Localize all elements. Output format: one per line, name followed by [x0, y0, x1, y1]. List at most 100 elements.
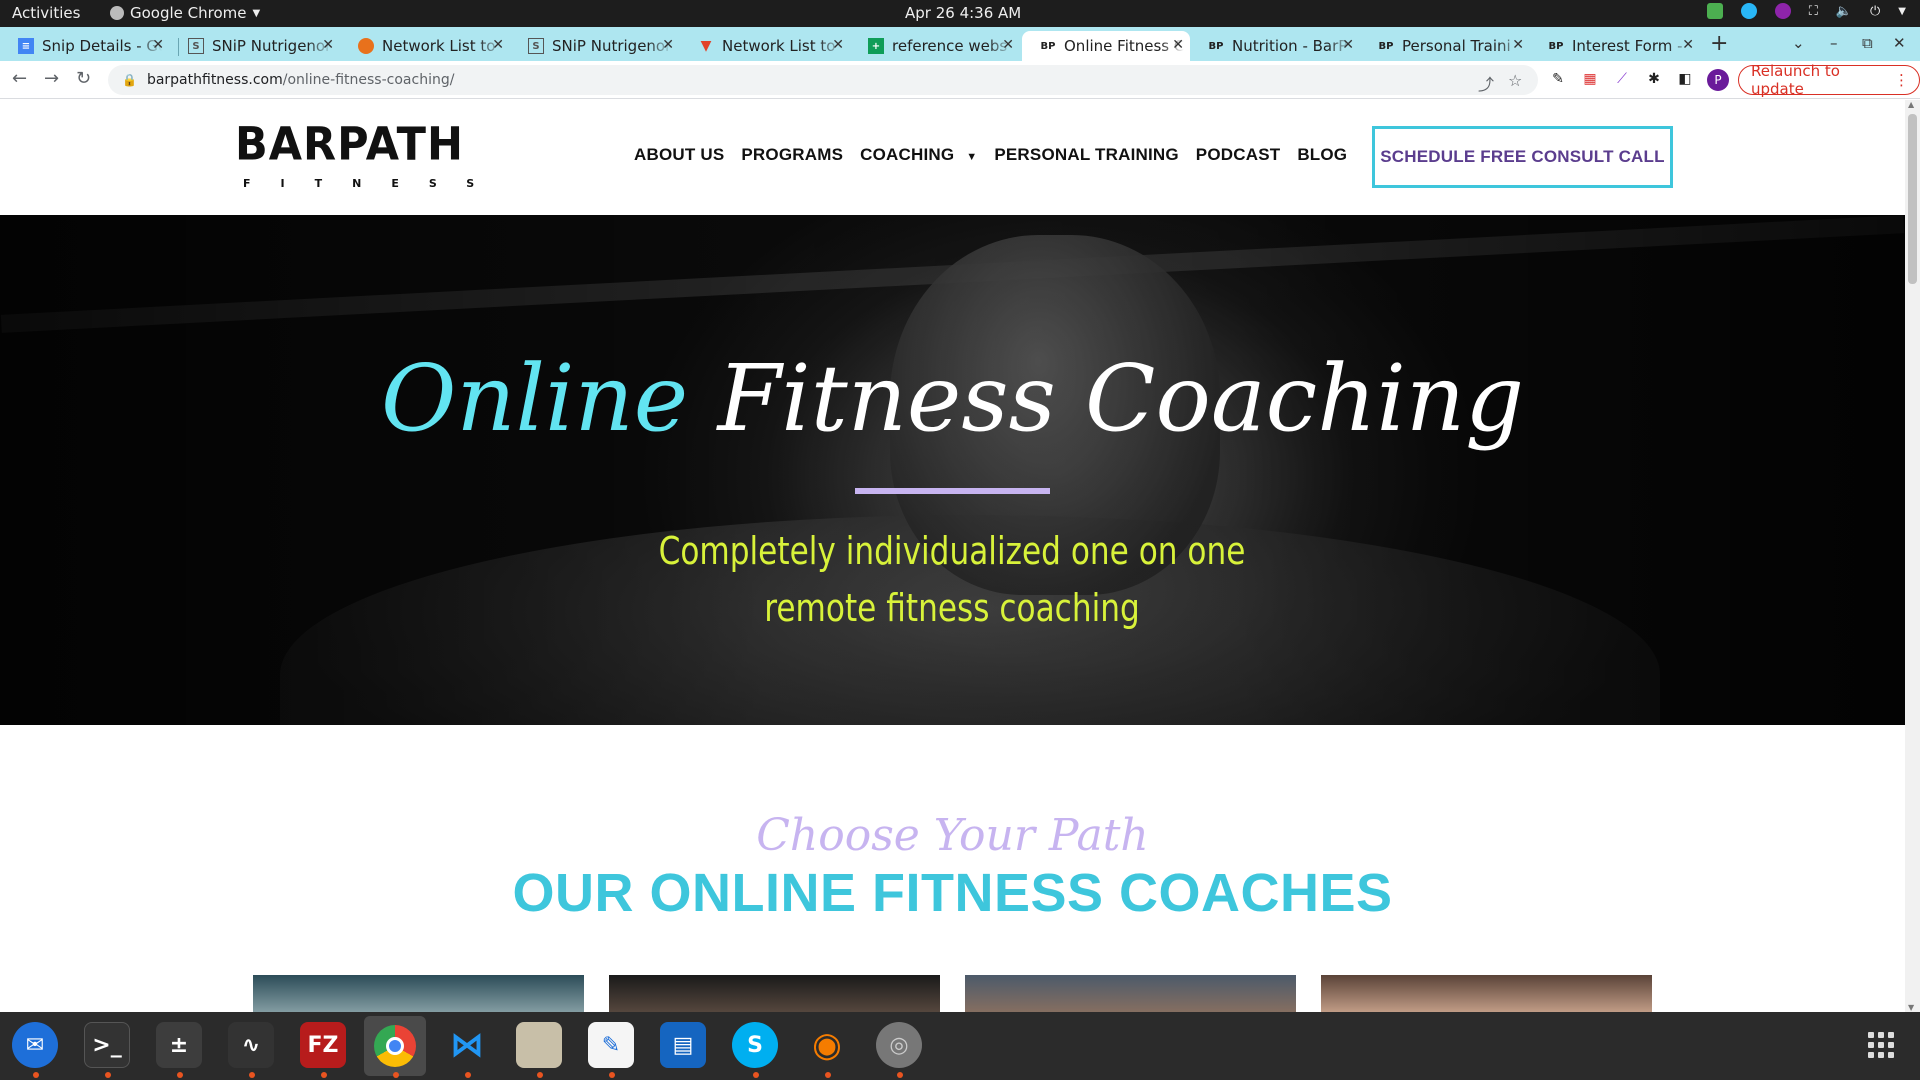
- coach-card-photo[interactable]: [965, 975, 1296, 1012]
- scroll-down-arrow-icon[interactable]: ▼: [1908, 1003, 1914, 1012]
- document-viewer-icon[interactable]: ▤: [660, 1022, 706, 1068]
- vscode-icon[interactable]: ⋈: [444, 1022, 490, 1068]
- blender-icon[interactable]: ◉: [804, 1022, 850, 1068]
- tab-title: SNiP Nutrigenom: [212, 37, 332, 55]
- lock-icon[interactable]: 🔒: [122, 73, 137, 87]
- tab-title: SNiP Nutrigenom: [552, 37, 672, 55]
- forward-arrow-icon[interactable]: →: [44, 68, 59, 89]
- relaunch-button[interactable]: Relaunch to update ⋮: [1738, 62, 1920, 98]
- power-icon[interactable]: ⏻: [1870, 4, 1880, 19]
- calendar-extension-icon[interactable]: ▦: [1581, 70, 1599, 88]
- close-icon[interactable]: ✕: [1342, 37, 1354, 53]
- hero-title-fitness-coaching: Fitness Coaching: [717, 345, 1525, 452]
- coach-card-photo[interactable]: [609, 975, 940, 1012]
- chevron-down-icon[interactable]: ▼: [1898, 6, 1906, 17]
- tab-search-chevron-icon[interactable]: ⌄: [1792, 34, 1805, 52]
- caret-down-icon[interactable]: ▼: [966, 151, 977, 163]
- tab[interactable]: + reference webs ✕: [850, 31, 1020, 61]
- filezilla-icon[interactable]: FZ: [300, 1022, 346, 1068]
- site-header: BARPATH FITNESS ABOUT US PROGRAMS COACHI…: [0, 100, 1905, 215]
- profile-avatar[interactable]: P: [1707, 69, 1729, 91]
- tray-app-icon-blue[interactable]: [1740, 3, 1757, 19]
- tab-active[interactable]: BP Online Fitness C ✕: [1022, 31, 1190, 61]
- back-arrow-icon[interactable]: ←: [12, 68, 27, 89]
- tab[interactable]: BP Personal Traini ✕: [1360, 31, 1530, 61]
- chrome-icon[interactable]: [364, 1016, 426, 1076]
- share-icon[interactable]: ⤴: [1478, 71, 1494, 95]
- clock[interactable]: Apr 26 4:36 AM: [905, 4, 1021, 22]
- nav-coaching[interactable]: COACHING ▼: [860, 145, 977, 165]
- nav-personal-training[interactable]: PERSONAL TRAINING: [994, 145, 1178, 165]
- close-icon[interactable]: ✕: [492, 37, 504, 53]
- app-menu[interactable]: Google Chrome ▼: [110, 4, 260, 22]
- activities-button[interactable]: Activities: [12, 4, 80, 22]
- bookmark-star-icon[interactable]: ☆: [1508, 71, 1522, 90]
- close-icon[interactable]: ✕: [322, 37, 334, 53]
- tab[interactable]: BP Nutrition - BarP ✕: [1190, 31, 1360, 61]
- running-indicator: [249, 1072, 255, 1078]
- reload-icon[interactable]: ↻: [76, 68, 91, 89]
- tab[interactable]: ≡ Snip Details - Go ✕: [0, 31, 170, 61]
- eyedropper-extension-icon[interactable]: ✎: [1549, 70, 1567, 88]
- thunderbird-icon[interactable]: ✉: [12, 1022, 58, 1068]
- kebab-menu-icon[interactable]: ⋮: [1894, 71, 1909, 89]
- tab[interactable]: BP Interest Form - ✕: [1530, 31, 1700, 61]
- show-apps-grid-icon[interactable]: [1868, 1032, 1894, 1058]
- tab[interactable]: ▼ Network List to ✕: [680, 31, 850, 61]
- nav-about-us[interactable]: ABOUT US: [634, 145, 724, 165]
- calculator-icon[interactable]: ±: [156, 1022, 202, 1068]
- url-host: barpathfitness.com: [146, 72, 283, 88]
- close-icon[interactable]: ✕: [832, 37, 844, 53]
- barpath-logo[interactable]: BARPATH FITNESS: [235, 122, 505, 190]
- pen-extension-icon[interactable]: ⟋: [1613, 70, 1631, 88]
- close-icon[interactable]: ✕: [1002, 37, 1014, 53]
- side-panel-icon[interactable]: ◧: [1676, 70, 1694, 88]
- text-editor-icon[interactable]: ✎: [588, 1022, 634, 1068]
- nav-programs[interactable]: PROGRAMS: [741, 145, 843, 165]
- skype-icon[interactable]: S: [732, 1022, 778, 1068]
- restore-icon[interactable]: ⧉: [1862, 34, 1873, 52]
- running-indicator: [465, 1072, 471, 1078]
- barpath-icon: BP: [1548, 40, 1564, 52]
- network-icon[interactable]: ⛶: [1809, 4, 1818, 19]
- tray-app-icon-green[interactable]: [1706, 3, 1723, 19]
- close-icon[interactable]: ✕: [1512, 37, 1524, 53]
- tab-title: Nutrition - BarP: [1232, 37, 1348, 55]
- minimize-icon[interactable]: –: [1830, 34, 1838, 52]
- caret-down-icon: ▼: [252, 7, 261, 19]
- page-scrollbar[interactable]: ▲ ▼: [1905, 100, 1920, 1012]
- schedule-consult-button[interactable]: SCHEDULE FREE CONSULT CALL: [1372, 126, 1673, 188]
- nav-coaching-label: COACHING: [860, 145, 955, 164]
- new-tab-button[interactable]: +: [1710, 31, 1728, 56]
- running-indicator: [393, 1072, 399, 1078]
- tab[interactable]: Network List to ✕: [340, 31, 510, 61]
- close-icon[interactable]: ✕: [1172, 37, 1184, 53]
- section-script-heading: Choose Your Path: [756, 810, 1149, 861]
- disk-utility-icon[interactable]: ◎: [876, 1022, 922, 1068]
- close-icon[interactable]: ✕: [152, 37, 164, 53]
- scrollbar-thumb[interactable]: [1908, 114, 1917, 284]
- nav-podcast[interactable]: PODCAST: [1196, 145, 1281, 165]
- system-tray[interactable]: ⛶ 🔈 ⏻ ▼: [1706, 3, 1906, 19]
- tab[interactable]: S SNiP Nutrigenom ✕: [510, 31, 680, 61]
- logo-subtitle: FITNESS: [243, 177, 505, 190]
- close-icon[interactable]: ✕: [1682, 37, 1694, 53]
- barpath-icon: BP: [1208, 40, 1224, 52]
- system-monitor-icon[interactable]: ∿: [228, 1022, 274, 1068]
- close-window-icon[interactable]: ✕: [1893, 34, 1906, 52]
- tab[interactable]: S SNiP Nutrigenom ✕: [170, 31, 340, 61]
- tray-app-icon-purple[interactable]: [1774, 3, 1791, 19]
- volume-icon[interactable]: 🔈: [1836, 4, 1852, 19]
- files-icon[interactable]: [516, 1022, 562, 1068]
- running-indicator: [105, 1072, 111, 1078]
- extensions-puzzle-icon[interactable]: ✱: [1645, 70, 1663, 88]
- scroll-up-arrow-icon[interactable]: ▲: [1908, 100, 1914, 109]
- coach-card-photo[interactable]: [253, 975, 584, 1012]
- close-icon[interactable]: ✕: [662, 37, 674, 53]
- nav-blog[interactable]: BLOG: [1297, 145, 1347, 165]
- hero-subtitle: Completely individualized one on one rem…: [658, 529, 1246, 630]
- terminal-icon[interactable]: >_: [84, 1022, 130, 1068]
- coach-card-photo[interactable]: [1321, 975, 1652, 1012]
- address-bar[interactable]: 🔒 barpathfitness.com/online-fitness-coac…: [108, 65, 1538, 95]
- hero-title-online: Online: [380, 345, 689, 452]
